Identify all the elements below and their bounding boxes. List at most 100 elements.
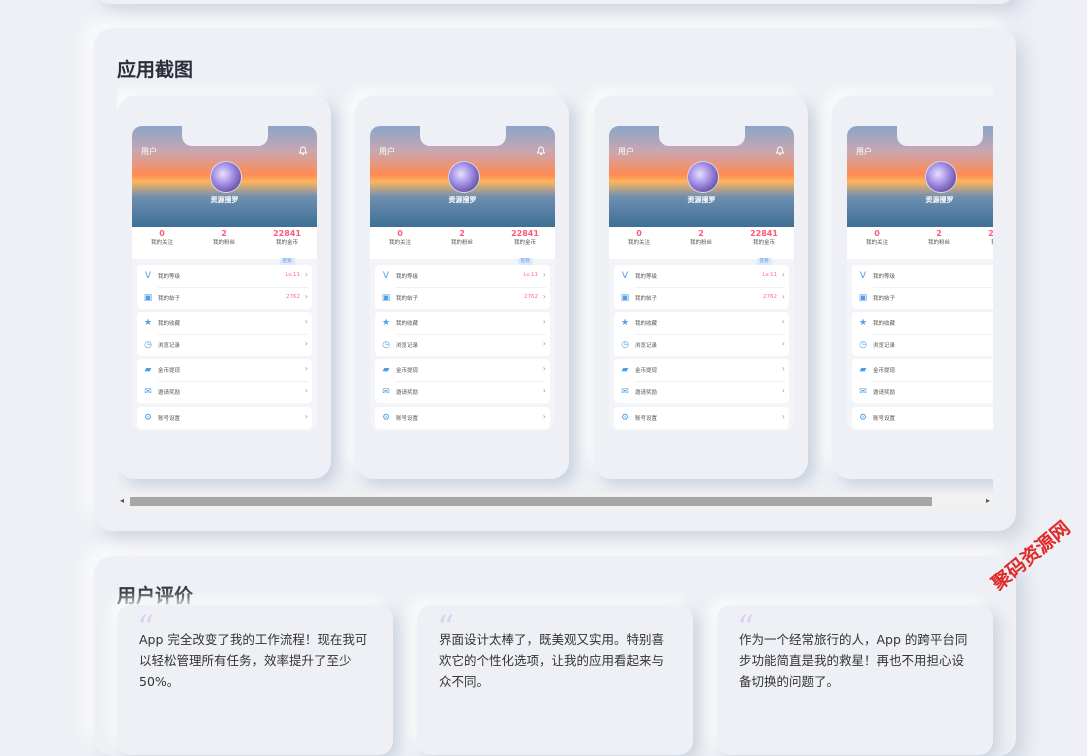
screenshot-carousel[interactable]: 用户 资源搜罗 0 我的关注 2 我的粉丝 22841 我的金币 签到 V 我的等级 Lv.11 › ▣ 我… [117, 84, 993, 512]
stat-item[interactable]: 0 我的关注 [847, 229, 907, 247]
menu-item-label: 我的收藏 [158, 321, 181, 327]
stat-item[interactable]: 22841我的金币签到 [972, 229, 993, 266]
menu-item-label: 我的收藏 [635, 321, 658, 327]
review-text: 作为一个经常旅行的人，App 的跨平台同步功能简直是我的救星！再也不用担心设备切… [739, 632, 968, 689]
checkin-tag[interactable]: 签到 [279, 258, 295, 265]
menu-item[interactable]: ▰金币提现› [614, 359, 789, 382]
menu-item[interactable]: ✉邀请奖励› [852, 381, 993, 403]
menu-item-label: 账号设置 [635, 416, 658, 422]
profile-banner: 用户 资源搜罗 [847, 126, 993, 227]
stat-item[interactable]: 22841我的金币签到 [495, 229, 555, 266]
menu-item[interactable]: ✉邀请奖励› [614, 381, 789, 403]
stat-item[interactable]: 22841我的金币签到 [257, 229, 317, 266]
chevron-right-icon: › [304, 386, 308, 395]
menu-item[interactable]: ★我的收藏› [852, 312, 993, 335]
screenshot-card[interactable]: 用户资源搜罗 0我的关注2我的粉丝22841我的金币签到V我的等级Lv.11›▣我… [832, 96, 993, 479]
v-icon: V [621, 271, 629, 281]
menu-item[interactable]: ◷浏览记录› [852, 334, 993, 356]
menu-item[interactable]: ★我的收藏› [375, 312, 550, 335]
menu-item[interactable]: V我的等级Lv.11› [137, 265, 312, 288]
menu-item[interactable]: ⚙账号设置› [375, 407, 550, 429]
stat-item[interactable]: 2 我的粉丝 [194, 229, 254, 247]
stats-bar: 0 我的关注 2 我的粉丝 22841 我的金币签到 [132, 227, 317, 265]
menu-item[interactable]: ⚙账号设置› [852, 407, 993, 429]
stat-value: 22841 [273, 229, 301, 238]
wallet-icon: ▰ [621, 365, 629, 375]
menu-item-label: 邀请奖励 [158, 390, 181, 396]
stat-value: 22841 [750, 229, 778, 238]
scrollbar-thumb[interactable] [130, 497, 932, 506]
checkin-tag[interactable]: 签到 [756, 258, 772, 265]
chevron-right-icon: › [781, 270, 785, 279]
profile-banner: 用户 资源搜罗 [370, 126, 555, 227]
chevron-right-icon: › [542, 292, 546, 301]
menu-item[interactable]: ★我的收藏› [137, 312, 312, 335]
menu-item[interactable]: ★我的收藏› [614, 312, 789, 335]
profile-banner: 用户 资源搜罗 [609, 126, 794, 227]
menu-item[interactable]: ▣我的帖子2762› [137, 287, 312, 309]
menu-group: V 我的等级 Lv.11 › ▣ 我的帖子 2762 › [137, 265, 312, 309]
stat-item[interactable]: 0 我的关注 [609, 229, 669, 247]
chevron-right-icon: › [542, 364, 546, 373]
menu-item[interactable]: V我的等级Lv.11› [375, 265, 550, 288]
chevron-right-icon: › [781, 339, 785, 348]
stat-value: 0 [636, 229, 642, 238]
stat-label: 我的金币 [752, 240, 775, 246]
stat-value: 0 [397, 229, 403, 238]
menu-item[interactable]: ▰金币提现› [137, 359, 312, 382]
menu-item[interactable]: ⚙账号设置› [614, 407, 789, 429]
menu-item[interactable]: ▰金币提现› [375, 359, 550, 382]
screenshot-card[interactable]: 用户资源搜罗0我的关注2我的粉丝22841我的金币签到V我的等级Lv.11›▣我… [117, 96, 331, 479]
menu-group: ▰金币提现›✉邀请奖励› [852, 359, 993, 403]
avatar [925, 161, 957, 193]
screenshots-section: 应用截图 用户 资源搜罗 0 我的关注 2 我的粉丝 22841 我的金币 签到 V 我的等级 Lv.… [94, 28, 1016, 531]
horizontal-scrollbar[interactable]: ◂ ▸ [117, 493, 993, 509]
chevron-right-icon: › [304, 292, 308, 301]
mail-icon: ✉ [382, 387, 390, 397]
menu-item-label: 我的收藏 [396, 321, 419, 327]
menu-item[interactable]: ◷浏览记录› [137, 334, 312, 356]
stat-item[interactable]: 2 我的粉丝 [909, 229, 969, 247]
screenshot-card[interactable]: 用户资源搜罗0我的关注2我的粉丝22841我的金币签到V我的等级Lv.11›▣我… [355, 96, 569, 479]
header-label: 用户 [379, 147, 395, 156]
clock-icon: ◷ [621, 340, 629, 350]
section-title: 用户评价 [117, 585, 194, 607]
menu-item-label: 邀请奖励 [396, 390, 419, 396]
menu-item[interactable]: ⚙账号设置› [137, 407, 312, 429]
stat-value: 0 [159, 229, 165, 238]
menu-item[interactable]: ▰金币提现› [852, 359, 993, 382]
stat-item[interactable]: 22841 我的金币签到 [734, 229, 794, 266]
menu-item[interactable]: ◷浏览记录› [614, 334, 789, 356]
menu-item[interactable]: ▣我的帖子2762› [852, 287, 993, 309]
menu-item[interactable]: ▣我的帖子2762› [614, 287, 789, 309]
scroll-right-arrow-icon[interactable]: ▸ [986, 496, 990, 505]
menu-item-label: 邀请奖励 [873, 390, 896, 396]
menu-item[interactable]: ▣我的帖子2762› [375, 287, 550, 309]
header-label: 用户 [618, 147, 634, 156]
stat-item[interactable]: 2 我的粉丝 [432, 229, 492, 247]
reviews-section: 用户评价 “App 完全改变了我的工作流程！现在我可以轻松管理所有任务，效率提升… [94, 556, 1016, 756]
stats-bar: 0 我的关注 2 我的粉丝 22841 我的金币签到 [609, 227, 794, 265]
stats-bar: 0 我的关注 2 我的粉丝 22841 我的金币签到 [370, 227, 555, 265]
scroll-left-arrow-icon[interactable]: ◂ [120, 496, 124, 505]
menu-item[interactable]: ◷浏览记录› [375, 334, 550, 356]
menu-item[interactable]: ✉ 邀请奖励 › [375, 381, 550, 403]
menu-item[interactable]: V我的等级Lv.11› [614, 265, 789, 288]
checkin-tag[interactable]: 签到 [517, 258, 533, 265]
menu-item-label: 金币提现 [635, 368, 658, 374]
chevron-right-icon: › [542, 386, 546, 395]
menu-item[interactable]: V我的等级Lv.11› [852, 265, 993, 288]
menu-item[interactable]: ✉邀请奖励› [137, 381, 312, 403]
menu-group: ★ 我的收藏 › ◷ 浏览记录 › [614, 312, 789, 356]
clock-icon: ◷ [382, 340, 390, 350]
review-card: “App 完全改变了我的工作流程！现在我可以轻松管理所有任务，效率提升了至少50… [117, 605, 393, 755]
screenshot-card[interactable]: 用户资源搜罗 0我的关注2我的粉丝 22841 我的金币签到V我的等级Lv.11›▣我… [594, 96, 808, 479]
menu-group: ▰金币提现›✉邀请奖励› [137, 359, 312, 403]
header-label: 用户 [856, 147, 872, 156]
mail-icon: ✉ [859, 387, 867, 397]
stat-item[interactable]: 2 我的粉丝 [671, 229, 731, 247]
stat-item[interactable]: 0 我的关注 [370, 229, 430, 247]
stat-item[interactable]: 0 我的关注 [132, 229, 192, 247]
wallet-icon: ▰ [144, 365, 152, 375]
chevron-right-icon: › [304, 317, 308, 326]
